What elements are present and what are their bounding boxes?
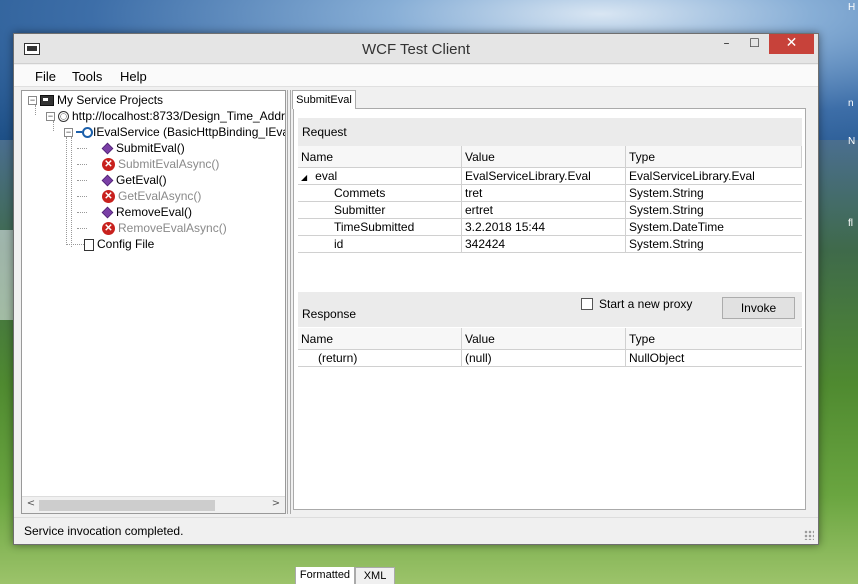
resize-grip-icon[interactable] xyxy=(804,530,814,540)
tree-node-endpoint[interactable]: − http://localhost:8733/Design_Time_Addre xyxy=(46,108,286,124)
document-icon xyxy=(84,238,94,251)
method-icon xyxy=(101,174,114,187)
method-icon xyxy=(101,142,114,155)
desktop-text: n xyxy=(848,98,854,109)
param-type: System.String xyxy=(629,237,704,251)
table-row[interactable]: Commets tret System.String xyxy=(298,185,802,202)
invoke-button[interactable]: Invoke xyxy=(722,297,795,319)
globe-icon xyxy=(58,111,69,123)
tab-submiteval[interactable]: SubmitEval xyxy=(292,90,356,109)
tree-node-operation[interactable]: SubmitEval() xyxy=(101,140,185,156)
tree-node-operation[interactable]: ✕ RemoveEvalAsync() xyxy=(102,220,227,236)
column-header-type: Type xyxy=(626,146,802,168)
param-value[interactable]: 3.2.2018 15:44 xyxy=(462,219,626,236)
menu-bar: File Tools Help xyxy=(14,65,818,87)
tree-label: SubmitEvalAsync() xyxy=(118,157,220,171)
scroll-thumb[interactable] xyxy=(39,500,215,511)
param-name: TimeSubmitted xyxy=(298,219,462,236)
table-row[interactable]: TimeSubmitted 3.2.2018 15:44 System.Date… xyxy=(298,219,802,236)
tree-label: IEvalService (BasicHttpBinding_IEvalS xyxy=(93,125,286,139)
method-icon xyxy=(101,206,114,219)
operation-document: Request Name Value Type ◢ eval EvalServic… xyxy=(293,108,806,584)
result-name: (return) xyxy=(298,350,462,367)
tab-xml[interactable]: XML xyxy=(355,567,395,584)
param-value[interactable]: tret xyxy=(462,185,626,202)
project-icon xyxy=(40,95,54,107)
tree-label: My Service Projects xyxy=(57,93,164,107)
start-new-proxy-label[interactable]: Start a new proxy xyxy=(599,297,692,311)
scroll-right-arrow[interactable]: > xyxy=(268,498,284,509)
desktop-text: H xyxy=(848,2,856,13)
menu-tools[interactable]: Tools xyxy=(72,69,102,84)
tree-label: Config File xyxy=(97,237,155,251)
param-value[interactable]: EvalServiceLibrary.Eval xyxy=(462,168,626,185)
horizontal-scrollbar[interactable]: < > xyxy=(22,496,285,513)
menu-help[interactable]: Help xyxy=(120,69,147,84)
wcf-test-client-window: WCF Test Client – ☐ ✕ File Tools Help − M… xyxy=(13,33,819,584)
tree-node-operation[interactable]: GetEval() xyxy=(101,172,167,188)
param-value[interactable]: ertret xyxy=(462,202,626,219)
desktop-text: fl xyxy=(848,218,853,229)
table-row[interactable]: id 342424 System.String xyxy=(298,236,802,253)
table-row[interactable]: ◢ eval EvalServiceLibrary.Eval EvalServic… xyxy=(298,168,802,185)
expand-triangle-icon[interactable]: ◢ xyxy=(301,173,307,182)
tree-node-operation[interactable]: RemoveEval() xyxy=(101,204,193,220)
tree-node-config[interactable]: Config File xyxy=(84,236,154,252)
column-header-value: Value xyxy=(462,328,626,350)
tree-label: GetEvalAsync() xyxy=(118,189,202,203)
grid-header: Name Value Type xyxy=(298,328,802,350)
param-name-text: eval xyxy=(315,169,338,183)
param-value[interactable]: 342424 xyxy=(462,236,626,253)
column-header-value: Value xyxy=(462,146,626,168)
param-type: System.String xyxy=(629,186,704,200)
grid-header: Name Value Type xyxy=(298,146,802,168)
collapse-icon[interactable]: − xyxy=(28,96,37,106)
param-name: Submitter xyxy=(298,202,462,219)
param-type: EvalServiceLibrary.Eval xyxy=(629,169,755,183)
tree-node-operation[interactable]: ✕ GetEvalAsync() xyxy=(102,188,201,204)
param-type: System.String xyxy=(629,203,704,217)
tree-label: http://localhost:8733/Design_Time_Addre xyxy=(72,109,286,123)
column-header-name: Name xyxy=(298,146,462,168)
tree-label: RemoveEvalAsync() xyxy=(118,221,227,235)
tree-node-operation[interactable]: ✕ SubmitEvalAsync() xyxy=(102,156,219,172)
tree-label: RemoveEval() xyxy=(116,205,193,219)
error-icon: ✕ xyxy=(102,158,115,172)
status-text: Service invocation completed. xyxy=(24,524,184,538)
result-value: (null) xyxy=(462,350,626,367)
tree-label: SubmitEval() xyxy=(116,141,185,155)
error-icon: ✕ xyxy=(102,190,115,204)
request-heading: Request xyxy=(298,118,802,146)
table-row[interactable]: (return) (null) NullObject xyxy=(298,350,802,367)
desktop-text: N xyxy=(848,136,856,147)
param-name: Commets xyxy=(298,185,462,202)
result-type: NullObject xyxy=(629,351,685,365)
interface-icon xyxy=(76,126,93,139)
scroll-left-arrow[interactable]: < xyxy=(23,498,39,509)
table-row[interactable]: Submitter ertret System.String xyxy=(298,202,802,219)
collapse-icon[interactable]: − xyxy=(46,112,55,122)
tree-node-root[interactable]: − My Service Projects xyxy=(28,92,163,108)
column-header-type: Type xyxy=(626,328,802,350)
window-title: WCF Test Client xyxy=(361,41,471,58)
tab-formatted[interactable]: Formatted xyxy=(295,567,355,584)
title-bar[interactable]: WCF Test Client – ☐ ✕ xyxy=(14,34,818,64)
menu-file[interactable]: File xyxy=(35,69,56,84)
param-type: System.DateTime xyxy=(629,220,724,234)
status-bar: Service invocation completed. xyxy=(14,517,818,544)
minimize-button[interactable]: – xyxy=(713,34,740,54)
param-name: ◢ eval xyxy=(298,168,462,185)
column-header-name: Name xyxy=(298,328,462,350)
tree-label: GetEval() xyxy=(116,173,167,187)
error-icon: ✕ xyxy=(102,222,115,236)
service-tree[interactable]: − My Service Projects − http://localhost:8… xyxy=(21,90,286,514)
start-new-proxy-checkbox[interactable] xyxy=(581,298,593,310)
maximize-button[interactable]: ☐ xyxy=(741,34,768,54)
panel-splitter[interactable] xyxy=(287,90,291,514)
collapse-icon[interactable]: − xyxy=(64,128,73,138)
tree-node-service[interactable]: − IEvalService (BasicHttpBinding_IEvalS xyxy=(64,124,286,140)
param-name: id xyxy=(298,236,462,253)
close-button[interactable]: ✕ xyxy=(769,34,814,54)
